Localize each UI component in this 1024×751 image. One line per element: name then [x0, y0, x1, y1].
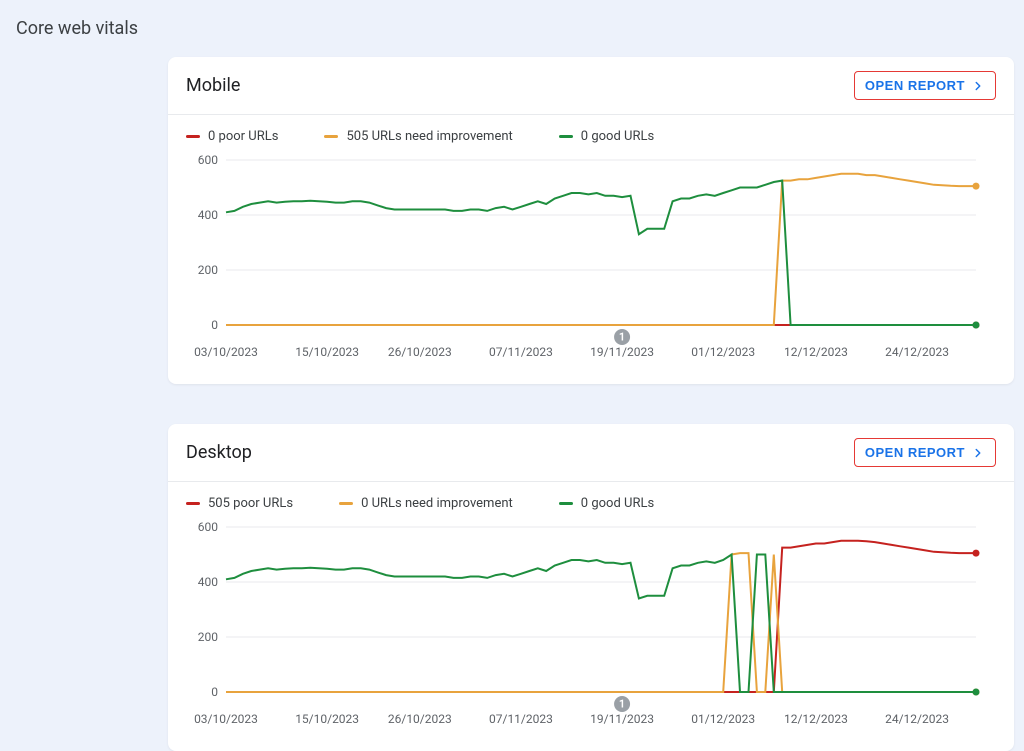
legend-good: 0 good URLs [559, 496, 654, 511]
svg-text:19/11/2023: 19/11/2023 [590, 712, 654, 726]
swatch-poor-icon [186, 502, 200, 505]
card-header: Desktop OPEN REPORT [168, 424, 1014, 482]
svg-text:07/11/2023: 07/11/2023 [489, 345, 553, 359]
chevron-right-icon [971, 79, 985, 93]
chart-svg-mobile: 0 200 400 600 03/10/2023 15/10/2023 26/10/2023… [186, 150, 996, 370]
legend-poor-label: 0 poor URLs [208, 129, 278, 144]
chart-svg-desktop: 0 200 400 600 03/10/2023 15/10/2023 26/10/2023… [186, 517, 996, 737]
svg-text:07/11/2023: 07/11/2023 [489, 712, 553, 726]
svg-text:26/10/2023: 26/10/2023 [388, 345, 452, 359]
open-report-button[interactable]: OPEN REPORT [854, 71, 996, 100]
svg-text:19/11/2023: 19/11/2023 [590, 345, 654, 359]
svg-text:200: 200 [198, 263, 218, 277]
legend-ni: 505 URLs need improvement [324, 129, 512, 144]
svg-text:15/10/2023: 15/10/2023 [295, 712, 359, 726]
open-report-button[interactable]: OPEN REPORT [854, 438, 996, 467]
svg-text:0: 0 [211, 318, 218, 332]
legend-good: 0 good URLs [559, 129, 654, 144]
chevron-right-icon [971, 446, 985, 460]
svg-text:03/10/2023: 03/10/2023 [194, 345, 258, 359]
svg-text:12/12/2023: 12/12/2023 [784, 712, 848, 726]
svg-text:1: 1 [619, 698, 625, 711]
swatch-ni-icon [324, 135, 338, 138]
card-title-mobile: Mobile [186, 75, 240, 96]
legend-poor-label: 505 poor URLs [208, 496, 293, 511]
chart-mobile: 0 200 400 600 03/10/2023 15/10/2023 26/10/2023… [168, 148, 1014, 384]
mobile-card: Mobile OPEN REPORT 0 poor URLs 505 URLs … [168, 57, 1014, 384]
card-header: Mobile OPEN REPORT [168, 57, 1014, 115]
svg-text:03/10/2023: 03/10/2023 [194, 712, 258, 726]
svg-text:12/12/2023: 12/12/2023 [784, 345, 848, 359]
swatch-good-icon [559, 135, 573, 138]
svg-text:0: 0 [211, 685, 218, 699]
chart-desktop: 0 200 400 600 03/10/2023 15/10/2023 26/10/2023… [168, 515, 1014, 751]
legend-good-label: 0 good URLs [581, 129, 654, 144]
legend-good-label: 0 good URLs [581, 496, 654, 511]
legend-ni: 0 URLs need improvement [339, 496, 513, 511]
legend-ni-label: 505 URLs need improvement [346, 129, 512, 144]
swatch-ni-icon [339, 502, 353, 505]
svg-text:1: 1 [619, 331, 625, 344]
svg-text:15/10/2023: 15/10/2023 [295, 345, 359, 359]
svg-text:600: 600 [198, 520, 218, 534]
svg-text:400: 400 [198, 208, 218, 222]
svg-text:600: 600 [198, 153, 218, 167]
open-report-label: OPEN REPORT [865, 445, 965, 460]
swatch-good-icon [559, 502, 573, 505]
legend-poor: 505 poor URLs [186, 496, 293, 511]
desktop-card: Desktop OPEN REPORT 505 poor URLs 0 URLs… [168, 424, 1014, 751]
svg-text:01/12/2023: 01/12/2023 [691, 345, 755, 359]
legend-ni-label: 0 URLs need improvement [361, 496, 513, 511]
svg-text:200: 200 [198, 630, 218, 644]
swatch-poor-icon [186, 135, 200, 138]
open-report-label: OPEN REPORT [865, 78, 965, 93]
legend-poor: 0 poor URLs [186, 129, 278, 144]
svg-text:01/12/2023: 01/12/2023 [691, 712, 755, 726]
svg-text:26/10/2023: 26/10/2023 [388, 712, 452, 726]
page-title: Core web vitals [16, 18, 1012, 39]
card-title-desktop: Desktop [186, 442, 252, 463]
svg-text:24/12/2023: 24/12/2023 [885, 712, 949, 726]
svg-text:24/12/2023: 24/12/2023 [885, 345, 949, 359]
svg-text:400: 400 [198, 575, 218, 589]
legend-desktop: 505 poor URLs 0 URLs need improvement 0 … [168, 482, 1014, 515]
legend-mobile: 0 poor URLs 505 URLs need improvement 0 … [168, 115, 1014, 148]
